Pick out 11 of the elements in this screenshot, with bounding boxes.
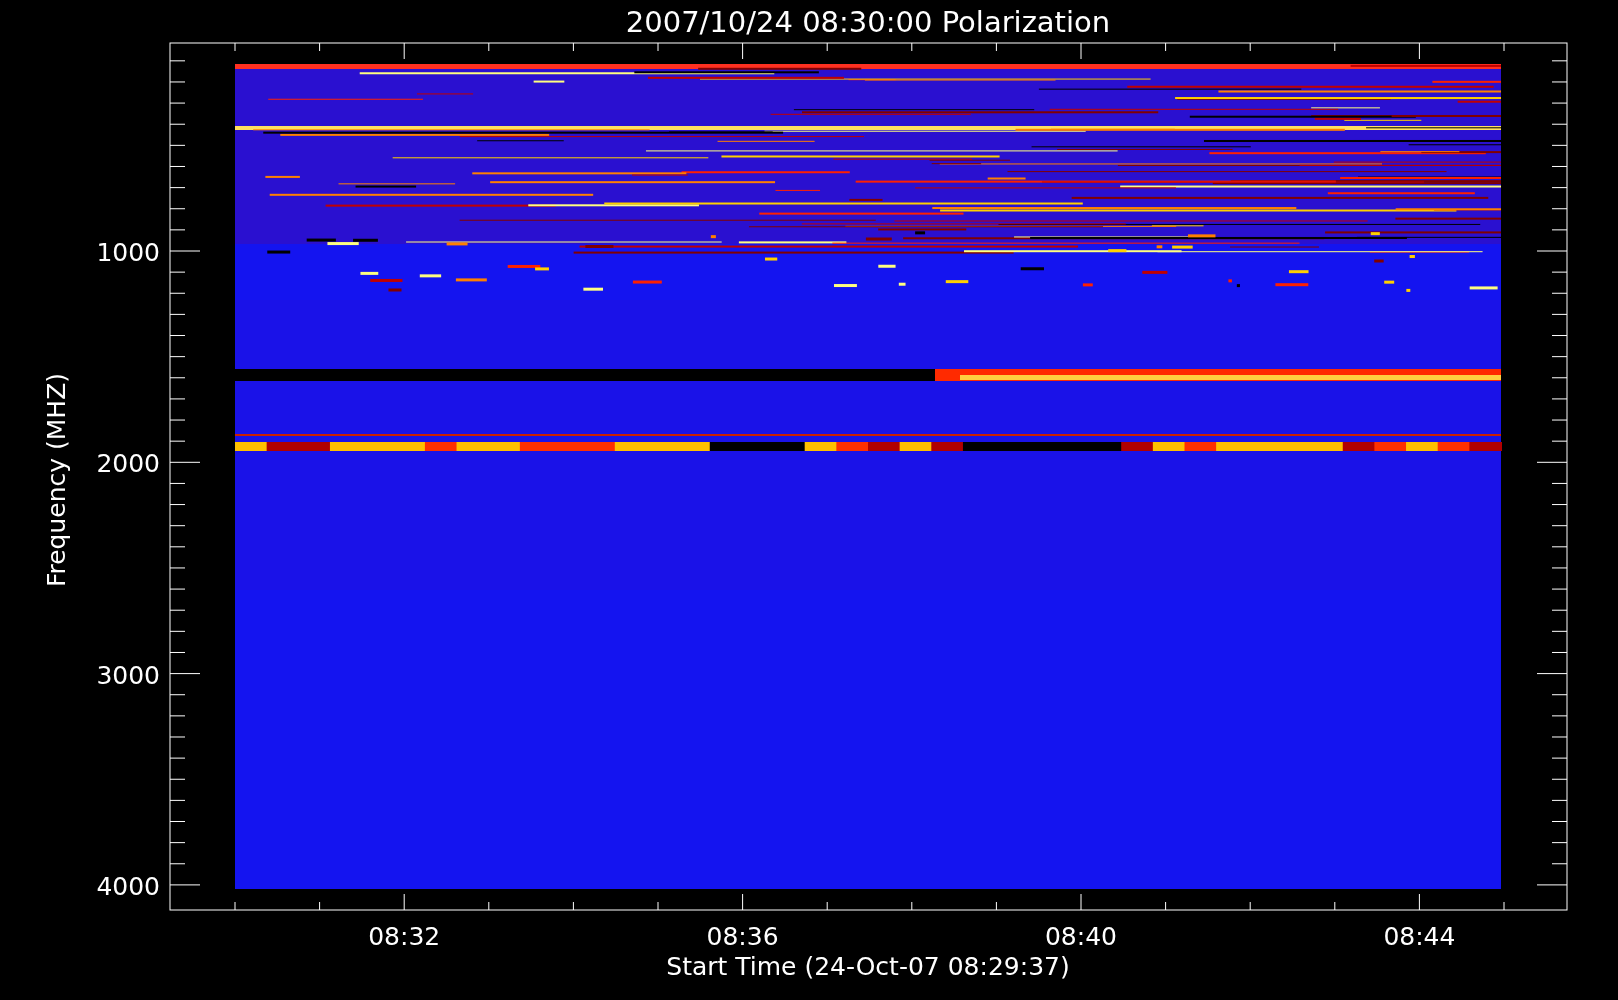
tick-label: 3000 [96, 660, 160, 690]
tick-label: 1000 [96, 238, 160, 267]
chart-title: 2007/10/24 08:30:00 Polarization [625, 5, 1111, 39]
tick-label: 08:36 [706, 922, 779, 951]
tick-label: 08:40 [1045, 922, 1117, 951]
tick-label: 08:44 [1383, 922, 1456, 951]
axis-label: Start Time (24-Oct-07 08:29:37) [666, 952, 1070, 981]
tick-label: 08:32 [368, 922, 441, 951]
tick-label: 2000 [96, 449, 160, 479]
axis-label: Frequency (MHZ) [42, 372, 71, 588]
tick-label: 4000 [96, 871, 160, 901]
